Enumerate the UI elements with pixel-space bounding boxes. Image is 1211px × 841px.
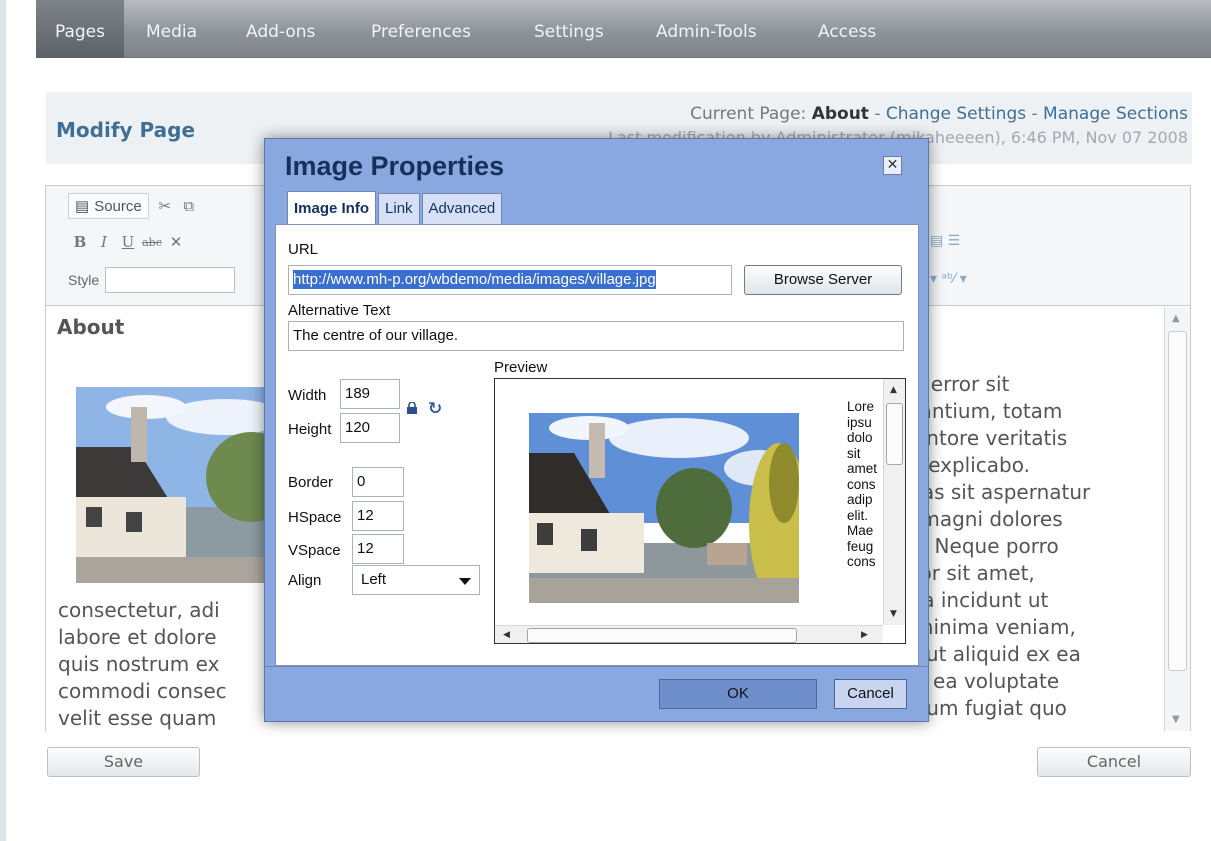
preview-horizontal-scrollbar[interactable]: ◀ ▶ [495,625,883,643]
close-icon[interactable]: ✕ [883,156,902,175]
preview-text: Lore ipsu dolo sit amet cons adip elit. … [847,399,878,569]
scroll-up-icon[interactable]: ▲ [890,385,897,395]
preview-label: Preview [494,359,548,376]
alt-text-input[interactable]: The centre of our village. [288,321,904,351]
dialog-title: Image Properties [285,151,505,181]
preview-image [529,413,799,603]
url-input[interactable]: http://www.mh-p.org/wbdemo/media/images/… [288,265,732,295]
dialog-footer-divider [265,666,928,667]
source-button[interactable]: ▤ Source [68,193,149,219]
height-label: Height [288,421,332,438]
nav-admin-tools[interactable]: Admin-Tools [646,0,767,58]
chevron-down-icon [459,578,471,585]
preview-vertical-scrollbar[interactable]: ▲ ▼ [883,379,905,625]
preview-pane[interactable]: Lore ipsu dolo sit amet cons adip elit. … [494,378,906,644]
cancel-button[interactable]: Cancel [1037,747,1191,777]
nav-media[interactable]: Media [136,0,207,58]
scroll-left-icon[interactable]: ◀ [503,630,510,640]
separator: - [1031,104,1038,124]
change-settings-link[interactable]: Change Settings [886,104,1026,124]
page-title: Modify Page [56,118,196,142]
manage-sections-link[interactable]: Manage Sections [1043,104,1188,124]
copy-icon[interactable]: ⧉ [177,197,201,215]
toolbar-row-1: ▤ Source ✂ ⧉ [68,192,201,220]
hspace-label: HSpace [288,509,342,526]
left-border [0,0,6,841]
height-input[interactable]: 120 [340,413,400,443]
width-input[interactable]: 189 [340,379,400,409]
italic-icon[interactable]: I [92,233,116,251]
scroll-up-icon[interactable]: ▲ [1172,313,1180,324]
tab-image-info[interactable]: Image Info [287,191,377,224]
top-navigation: Pages Media Add-ons Preferences Settings… [36,0,1211,58]
width-label: Width [288,387,327,404]
vspace-label: VSpace [288,542,341,559]
nav-pages[interactable]: Pages [36,0,124,58]
dialog-body: URL http://www.mh-p.org/wbdemo/media/ima… [275,224,919,666]
current-page-info: Current Page: About - Change Settings - … [690,104,1188,124]
scroll-right-icon[interactable]: ▶ [861,630,868,640]
content-heading: About [57,315,125,339]
highlight-color-icon[interactable]: ▾ ᵃᵇ⁄ ▾ [930,266,967,292]
list-icons[interactable]: ▤ ☰ [930,228,960,254]
style-label: Style [68,272,100,288]
source-label: Source [94,197,142,215]
align-value: Left [361,571,387,588]
nav-add-ons[interactable]: Add-ons [236,0,325,58]
toolbar-row-2: B I U abc ✕ [68,228,188,256]
nav-preferences[interactable]: Preferences [361,0,481,58]
tab-advanced[interactable]: Advanced [421,193,503,224]
underline-icon[interactable]: U [116,233,140,251]
alt-text-label: Alternative Text [288,302,391,319]
vspace-input[interactable]: 12 [352,534,404,564]
strikethrough-icon[interactable]: abc [140,236,164,249]
tab-link[interactable]: Link [378,193,420,224]
border-input[interactable]: 0 [352,467,404,497]
border-label: Border [288,474,334,491]
reset-size-icon[interactable]: ↻ [428,399,442,419]
editor-scrollbar[interactable]: ▲ ▼ [1164,307,1190,731]
style-dropdown[interactable] [105,267,236,293]
source-icon: ▤ [75,198,90,215]
separator: - [874,104,881,124]
bold-icon[interactable]: B [68,233,92,251]
url-value: http://www.mh-p.org/wbdemo/media/images/… [293,270,656,289]
dialog-tabs: Image Info Link Advanced [287,191,504,224]
preview-hscroll-thumb[interactable] [527,628,797,643]
save-button[interactable]: Save [47,747,200,777]
align-label: Align [288,572,322,589]
nav-settings[interactable]: Settings [524,0,614,58]
cut-icon[interactable]: ✂ [153,197,177,215]
current-page-prefix: Current Page: [690,104,807,124]
nav-access[interactable]: Access [808,0,886,58]
align-select[interactable]: Left [352,565,480,595]
dialog-cancel-button[interactable]: Cancel [834,679,907,709]
remove-format-icon[interactable]: ✕ [164,233,188,251]
image-properties-dialog: Image Properties ✕ Image Info Link Advan… [264,138,929,722]
url-label: URL [288,241,319,258]
village-photo [76,387,296,583]
preview-scroll-thumb[interactable] [886,403,903,465]
scroll-down-icon[interactable]: ▼ [890,609,897,619]
ok-button[interactable]: OK [659,679,817,709]
lock-icon[interactable] [406,402,418,414]
scroll-thumb[interactable] [1168,331,1187,671]
scroll-down-icon[interactable]: ▼ [1172,714,1180,725]
toolbar-row-3: Style [68,266,236,294]
current-page-name: About [811,104,869,124]
hspace-input[interactable]: 12 [352,501,404,531]
browse-server-button[interactable]: Browse Server [744,265,902,295]
